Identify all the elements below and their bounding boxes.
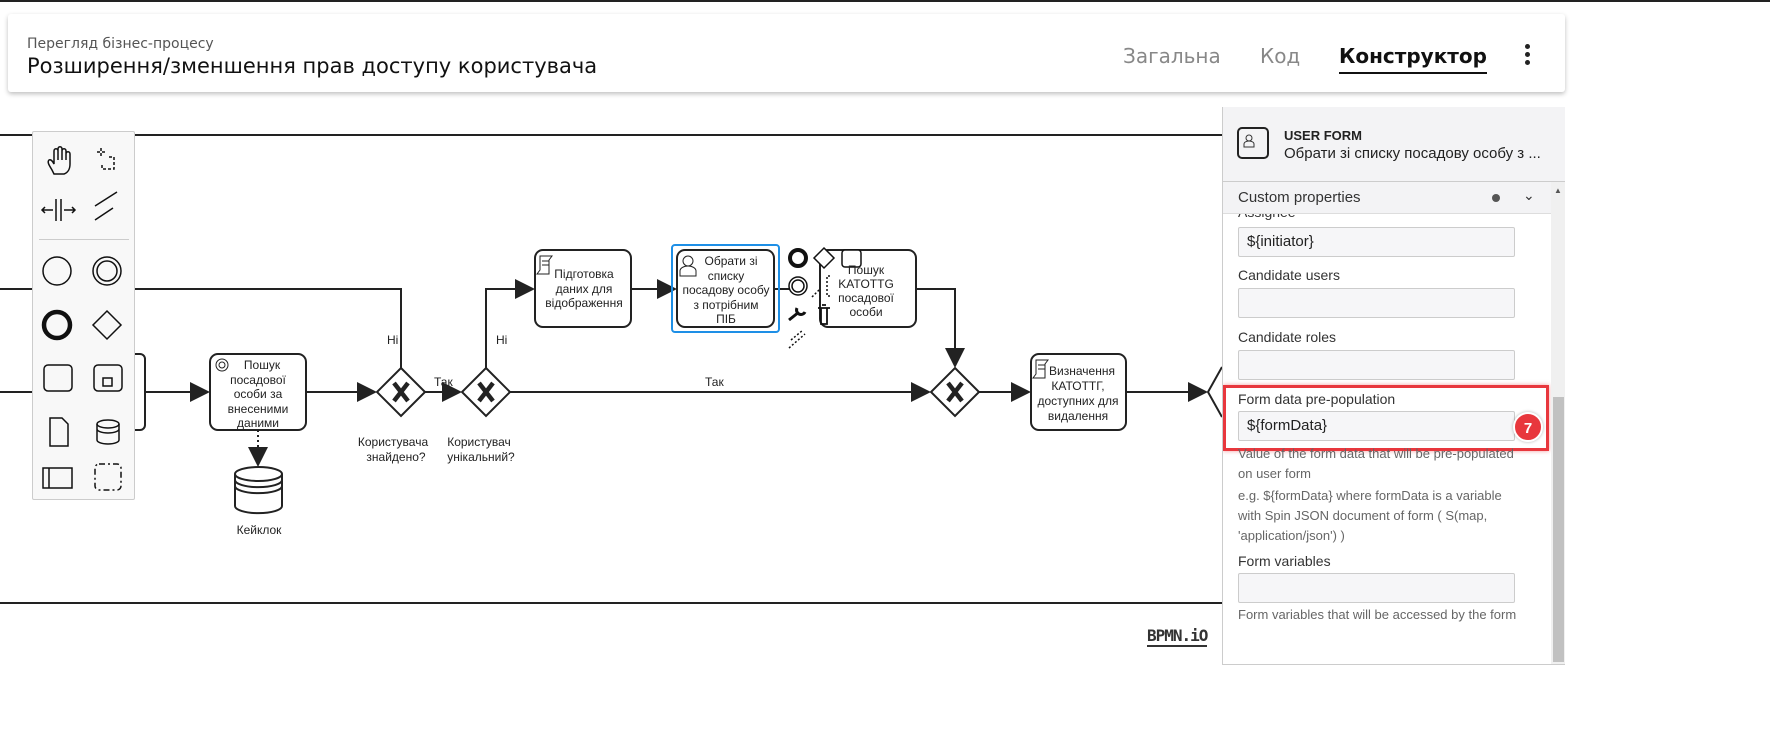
data-store-icon[interactable] [96,419,120,445]
form-data-example: e.g. ${formData} where formData is a var… [1238,488,1502,543]
form-data-description: Value of the form data that will be pre-… [1238,446,1514,481]
panel-header: USER FORM Обрати зі списку посадову особ… [1223,107,1565,182]
gateway-partial[interactable] [1206,366,1222,418]
assignee-input[interactable]: ${initiator} [1238,227,1515,257]
start-event-icon[interactable] [42,256,72,286]
connect-icon[interactable] [788,329,806,349]
sequence-flow[interactable] [485,279,535,368]
flow-label: Так [434,375,453,389]
element-type: USER FORM [1284,128,1362,143]
flow-label: Ні [496,333,507,347]
group-icon[interactable] [94,463,122,491]
gateway-label: Користувача знайдено? [358,435,429,464]
flow-label: Так [705,375,724,389]
custom-properties-group[interactable]: Custom properties ⌄ [1223,182,1551,214]
end-event-icon[interactable] [41,309,73,341]
chevron-down-icon[interactable]: ⌄ [1523,187,1535,204]
palette-separator [39,239,129,240]
task-label: Підготовка даних для відображення [545,267,622,310]
bpmn-canvas[interactable]: Пошук посадової особи за внесеними даними Пі… [0,2,1222,755]
participant-icon[interactable] [42,467,73,489]
append-end-event-icon[interactable] [788,248,808,268]
flow-label: Ні [387,333,398,347]
candidate-roles-input[interactable] [1238,350,1515,380]
tool-palette [32,131,135,500]
gateway-label: Користувач унікальний? [447,435,515,464]
candidate-users-label: Candidate users [1238,267,1340,283]
hand-tool-icon[interactable] [47,146,71,175]
tab-constructor[interactable]: Конструктор [1339,44,1487,74]
wrench-icon[interactable] [788,307,807,322]
panel-scrollbar[interactable]: ▲ [1551,182,1565,664]
candidate-roles-label: Candidate roles [1238,329,1337,345]
task-icon[interactable] [43,364,73,392]
task-label: Визначення КАТОТТГ, доступних для видалення [1038,364,1119,423]
bpmn-io-logo[interactable]: BPMN.iO [1147,626,1208,647]
scroll-up-icon[interactable]: ▲ [1554,186,1562,195]
datastore-label: Кейклок [237,523,283,537]
tab-code[interactable]: Код [1260,44,1300,68]
form-variables-description: Form variables that will be accessed by … [1238,607,1517,622]
lasso-tool-icon[interactable] [97,148,115,170]
highlight-box [1223,385,1549,451]
step-badge: 7 [1513,412,1543,442]
form-variables-label: Form variables [1238,553,1331,569]
connect-tool-icon[interactable] [94,191,118,221]
group-label: Custom properties [1238,189,1361,206]
user-task-icon [1237,127,1269,159]
properties-panel: USER FORM Обрати зі списку посадову особ… [1222,107,1565,665]
data-object-icon[interactable] [49,417,69,447]
gateway-icon[interactable] [91,309,123,341]
form-variables-input[interactable] [1238,573,1515,603]
scrollbar-thumb[interactable] [1553,397,1564,662]
element-name: Обрати зі списку посадову особу з ... [1284,145,1541,162]
sequence-flow[interactable] [916,288,965,368]
space-tool-icon[interactable] [40,199,77,221]
group-indicator-dot [1492,194,1500,202]
candidate-users-input[interactable] [1238,288,1515,318]
data-store-keycloak[interactable] [234,466,283,515]
kebab-menu-icon[interactable] [1520,42,1534,68]
